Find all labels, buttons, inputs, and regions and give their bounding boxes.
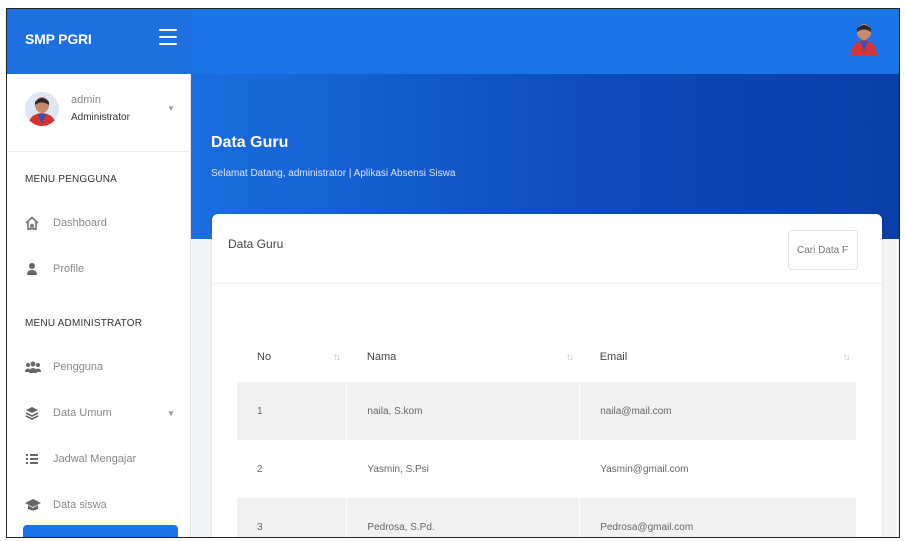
data-guru-card: Data Guru No ↑↓ Nama ↑↓ Email ↑↓ <box>212 214 882 537</box>
sidebar-item-data-siswa[interactable]: Data siswa <box>7 492 191 524</box>
cell-nama: Yasmin, S.Psi <box>346 440 581 498</box>
user-name: admin <box>71 94 101 106</box>
column-header-no[interactable]: No ↑↓ <box>237 332 347 382</box>
brand-area: SMP PGRI <box>7 9 191 74</box>
column-header-label: No <box>257 351 272 363</box>
column-header-label: Email <box>599 351 628 363</box>
table-row[interactable]: 1 naila, S.kom naila@mail.com <box>237 382 857 440</box>
cell-no: 2 <box>237 440 348 498</box>
sidebar-item-profile[interactable]: Profile <box>7 256 191 288</box>
top-navbar: SMP PGRI <box>7 9 899 74</box>
layers-icon <box>25 406 39 420</box>
table-header-row: No ↑↓ Nama ↑↓ Email ↑↓ <box>237 332 857 382</box>
cell-nama: naila, S.kom <box>346 382 581 440</box>
sidebar-item-label: Data Umum <box>53 407 112 419</box>
card-header: Data Guru <box>212 214 882 284</box>
card-title: Data Guru <box>228 237 284 251</box>
hamburger-menu-icon[interactable] <box>159 29 177 49</box>
sort-icon[interactable]: ↑↓ <box>566 352 574 363</box>
sidebar-item-label: Jadwal Mengajar <box>53 453 137 465</box>
sidebar-user-panel[interactable]: admin Administrator ▼ <box>7 74 191 152</box>
chevron-down-icon[interactable]: ▼ <box>167 104 175 113</box>
sidebar-item-label: Pengguna <box>53 361 104 373</box>
page-subtitle: Selamat Datang, administrator | Aplikasi… <box>211 168 456 179</box>
sidebar-item-data-umum[interactable]: Data Umum ▼ <box>7 400 191 432</box>
column-header-email[interactable]: Email ↑↓ <box>580 332 857 382</box>
section-menu-administrator: MENU ADMINISTRATOR <box>25 318 143 329</box>
sort-icon[interactable]: ↑↓ <box>843 352 851 363</box>
sidebar-item-dashboard[interactable]: Dashboard <box>7 210 191 242</box>
data-guru-table: No ↑↓ Nama ↑↓ Email ↑↓ 1 naila, S.kom na… <box>237 332 857 537</box>
sidebar: admin Administrator ▼ MENU PENGGUNA Dash… <box>7 74 191 537</box>
section-menu-pengguna: MENU PENGGUNA <box>25 174 118 185</box>
sort-icon[interactable]: ↑↓ <box>333 352 341 363</box>
sidebar-item-pengguna[interactable]: Pengguna <box>7 354 191 386</box>
cell-no: 1 <box>237 382 348 440</box>
sidebar-item-active[interactable] <box>23 525 178 537</box>
cell-email: Pedrosa@gmail.com <box>579 498 857 537</box>
column-header-label: Nama <box>366 351 397 363</box>
top-user-avatar[interactable] <box>849 21 879 55</box>
column-header-nama[interactable]: Nama ↑↓ <box>347 332 580 382</box>
sidebar-item-label: Profile <box>53 263 85 275</box>
table-row[interactable]: 3 Pedrosa, S.Pd. Pedrosa@gmail.com <box>237 498 857 537</box>
sidebar-item-label: Data siswa <box>53 499 107 511</box>
cell-email: naila@mail.com <box>579 382 857 440</box>
search-input[interactable] <box>788 230 858 270</box>
cell-no: 3 <box>237 498 348 537</box>
avatar <box>25 92 59 126</box>
list-icon <box>25 452 39 466</box>
table-row[interactable]: 2 Yasmin, S.Psi Yasmin@gmail.com <box>237 440 857 498</box>
cell-nama: Pedrosa, S.Pd. <box>346 498 581 537</box>
home-icon <box>25 216 39 230</box>
user-role: Administrator <box>71 112 130 123</box>
cell-email: Yasmin@gmail.com <box>579 440 857 498</box>
page-title: Data Guru <box>211 134 289 151</box>
sidebar-item-label: Dashboard <box>53 217 107 229</box>
app-window: SMP PGRI admin Administrator ▼ MENU PENG… <box>6 8 900 538</box>
chevron-down-icon: ▼ <box>167 409 175 418</box>
graduation-cap-icon <box>25 498 41 512</box>
users-icon <box>25 360 41 374</box>
sidebar-item-jadwal-mengajar[interactable]: Jadwal Mengajar <box>7 446 191 478</box>
brand-name[interactable]: SMP PGRI <box>25 31 92 47</box>
user-icon <box>25 262 39 276</box>
